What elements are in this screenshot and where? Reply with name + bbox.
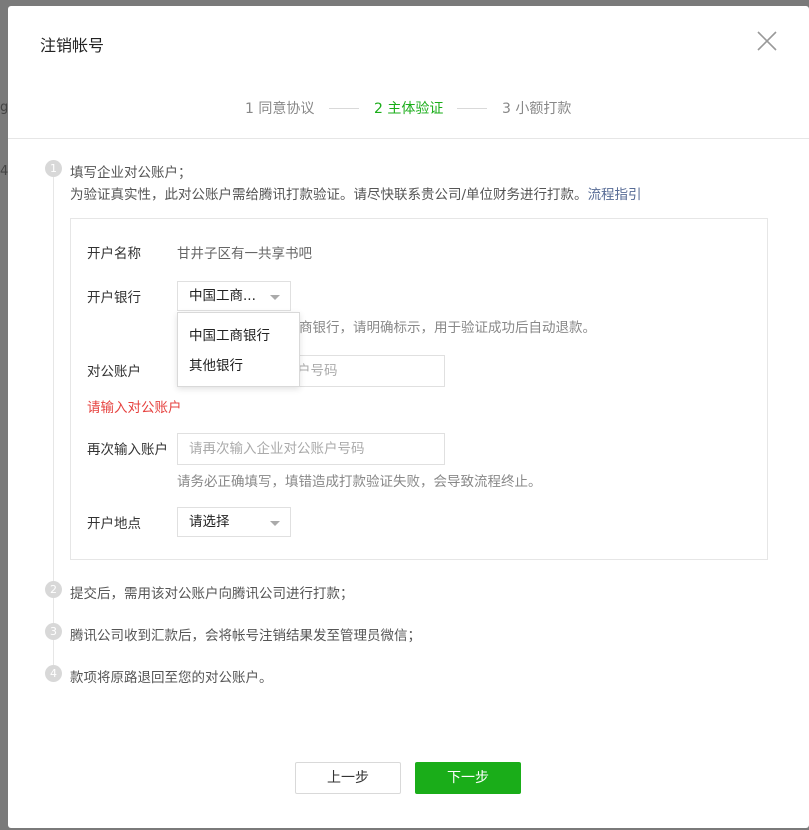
section-3-text: 腾讯公司收到汇款后，会将帐号注销结果发至管理员微信；: [70, 628, 421, 644]
account-form: 开户名称 甘井子区有一共享书吧 开户银行 中国工商... 商银行，请明确标示，用…: [70, 218, 768, 560]
chevron-down-icon: [270, 521, 280, 526]
step-number-badge: 1: [45, 160, 62, 177]
location-select[interactable]: 请选择: [177, 507, 291, 537]
section-4-text: 款项将原路退回至您的对公账户。: [70, 670, 273, 686]
reenter-account-label: 再次输入账户: [87, 442, 168, 458]
cancel-account-dialog: 注销帐号 1 同意协议 2 主体验证 3 小额打款 1 填写企业对公账户； 为验…: [8, 6, 809, 828]
process-guide-link[interactable]: 流程指引: [588, 187, 642, 203]
section-1-text: 为验证真实性，此对公账户需给腾讯打款验证。请尽快联系贵公司/单位财务进行打款。: [70, 187, 588, 203]
background-fragment: 4: [0, 164, 8, 179]
bank-label: 开户银行: [87, 290, 141, 306]
account-error: 请输入对公账户: [87, 400, 182, 416]
step-divider: [457, 108, 487, 109]
dialog-title: 注销帐号: [40, 36, 105, 55]
section-2-text: 提交后，需用该对公账户向腾讯公司进行打款；: [70, 586, 354, 602]
header-divider: [8, 138, 809, 139]
step-small-payment: 3 小额打款: [502, 101, 572, 117]
step-number-badge: 2: [45, 581, 62, 598]
section-1-title: 填写企业对公账户；: [70, 165, 192, 181]
step-agreement: 1 同意协议: [245, 101, 315, 117]
step-indicator: 1 同意协议 2 主体验证 3 小额打款: [8, 98, 809, 118]
close-icon[interactable]: [756, 30, 778, 52]
next-step-button[interactable]: 下一步: [415, 762, 521, 794]
bank-dropdown-menu: 中国工商银行 其他银行: [177, 312, 300, 387]
account-label: 对公账户: [87, 364, 141, 380]
bank-select[interactable]: 中国工商...: [177, 281, 291, 311]
previous-step-button[interactable]: 上一步: [295, 762, 401, 794]
step-divider: [329, 108, 359, 109]
reenter-hint: 请务必正确填写，填错造成打款验证失败，会导致流程终止。: [177, 474, 542, 490]
step-identity-verification: 2 主体验证: [374, 101, 444, 117]
location-select-value: 请选择: [189, 514, 230, 530]
account-name-label: 开户名称: [87, 246, 141, 262]
location-label: 开户地点: [87, 516, 141, 532]
chevron-down-icon: [270, 295, 280, 300]
section-1-description: 为验证真实性，此对公账户需给腾讯打款验证。请尽快联系贵公司/单位财务进行打款。流…: [70, 183, 642, 203]
step-number-badge: 3: [45, 623, 62, 640]
background-fragment: g: [0, 100, 8, 115]
bank-option-other[interactable]: 其他银行: [189, 354, 243, 374]
reenter-account-input[interactable]: [177, 433, 445, 465]
bank-option-icbc[interactable]: 中国工商银行: [189, 324, 270, 344]
timeline-line: [53, 168, 54, 680]
bank-select-value: 中国工商...: [189, 288, 256, 304]
step-number-badge: 4: [45, 665, 62, 682]
account-name-value: 甘井子区有一共享书吧: [177, 246, 312, 262]
